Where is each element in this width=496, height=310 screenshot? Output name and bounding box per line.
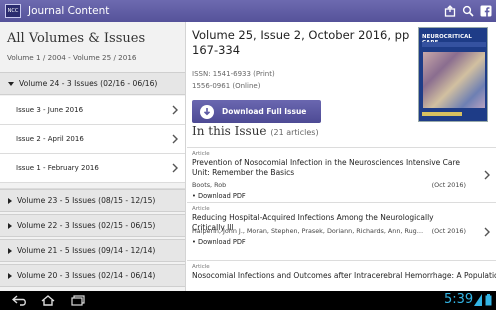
volume-label: Volume 21 - 5 Issues (09/14 - 12/14): [17, 246, 156, 255]
back-icon[interactable]: [12, 295, 28, 306]
article-type: Article: [192, 206, 210, 212]
article-type: Article: [192, 264, 210, 270]
collapse-triangle-icon: [8, 81, 14, 86]
article-item[interactable]: Article Prevention of Nosocomial Infecti…: [187, 147, 496, 202]
download-label: Download Full Issue: [222, 107, 307, 116]
issue-label: Issue 2 - April 2016: [16, 135, 84, 143]
article-date: (Oct 2016): [431, 181, 466, 189]
action-bar: NCC Journal Content: [0, 0, 496, 22]
cover-logo: [422, 112, 462, 116]
volume-label: Volume 24 - 3 Issues (02/16 - 06/16): [19, 79, 158, 88]
recents-icon[interactable]: [70, 295, 86, 306]
expand-triangle-icon: [8, 197, 12, 204]
issue-row[interactable]: Issue 3 - June 2016: [0, 96, 185, 125]
issue-row[interactable]: Issue 2 - April 2016: [0, 125, 185, 154]
in-issue-label: In this Issue: [192, 124, 267, 138]
article-type: Article: [192, 151, 210, 157]
article-authors: Boots, Rob: [192, 181, 227, 189]
issue-detail: Volume 25, Issue 2, October 2016, pp 167…: [187, 22, 496, 291]
app-logo[interactable]: NCC: [5, 4, 21, 18]
wifi-icon: [474, 294, 482, 306]
volume-row-expanded[interactable]: Volume 24 - 3 Issues (02/16 - 06/16): [0, 72, 185, 95]
issn-online: 1556-0961 (Online): [192, 82, 261, 90]
download-icon: [200, 104, 214, 119]
expand-triangle-icon: [8, 222, 12, 229]
volume-label: Volume 23 - 5 Issues (08/15 - 12/15): [17, 196, 156, 205]
chevron-right-icon: [172, 105, 178, 115]
issn-print: ISSN: 1541-6933 (Print): [192, 70, 275, 78]
article-date: (Oct 2016): [431, 227, 466, 235]
article-item[interactable]: Article Nosocomial Infections and Outcom…: [187, 260, 496, 291]
volume-label: Volume 20 - 3 Issues (02/14 - 06/14): [17, 271, 156, 280]
download-pdf-link[interactable]: • Download PDF: [192, 238, 246, 246]
chevron-right-icon: [172, 134, 178, 144]
issue-label: Issue 1 - February 2016: [16, 164, 99, 172]
volume-row[interactable]: Volume 22 - 3 Issues (02/15 - 06/15): [0, 214, 185, 237]
article-title: Nosocomial Infections and Outcomes after…: [192, 271, 496, 280]
home-icon[interactable]: [40, 295, 56, 306]
download-full-issue-button[interactable]: Download Full Issue: [192, 100, 321, 123]
app-title: Journal Content: [28, 5, 110, 17]
article-authors: Halperin, John J., Moran, Stephen, Prase…: [192, 227, 424, 235]
battery-icon: [485, 294, 492, 306]
chevron-right-icon: [484, 227, 490, 236]
volume-range: Volume 1 / 2004 - Volume 25 / 2016: [7, 53, 137, 62]
issue-row[interactable]: Issue 1 - February 2016: [0, 154, 185, 183]
clock: 5:39: [444, 292, 474, 307]
journal-cover[interactable]: NEUROCRITICAL CARE: [418, 27, 488, 122]
issue-label: Issue 3 - June 2016: [16, 106, 84, 114]
article-item[interactable]: Article Reducing Hospital-Acquired Infec…: [187, 202, 496, 260]
volumes-sidebar: All Volumes & Issues Volume 1 / 2004 - V…: [0, 22, 186, 291]
chevron-right-icon: [484, 170, 490, 180]
download-pdf-label: Download PDF: [198, 238, 246, 246]
in-this-issue-heading: In this Issue (21 articles): [192, 124, 319, 138]
issue-heading: Volume 25, Issue 2, October 2016, pp 167…: [192, 28, 410, 57]
share-icon[interactable]: [444, 5, 456, 17]
cover-image: [423, 52, 485, 108]
volume-row[interactable]: Volume 20 - 3 Issues (02/14 - 06/14): [0, 264, 185, 287]
expand-triangle-icon: [8, 247, 12, 254]
system-nav-bar: 5:39: [0, 291, 496, 310]
cover-subtitle-bar: [422, 42, 486, 47]
article-title: Prevention of Nosocomial Infection in th…: [192, 158, 461, 177]
volume-row[interactable]: Volume 21 - 5 Issues (09/14 - 12/14): [0, 239, 185, 262]
facebook-icon[interactable]: [480, 5, 492, 17]
download-pdf-label: Download PDF: [198, 192, 246, 200]
chevron-right-icon: [172, 163, 178, 173]
sidebar-title: All Volumes & Issues: [7, 31, 146, 46]
search-icon[interactable]: [462, 5, 474, 17]
expand-triangle-icon: [8, 272, 12, 279]
volume-row[interactable]: Volume 23 - 5 Issues (08/15 - 12/15): [0, 189, 185, 212]
article-count: (21 articles): [270, 128, 319, 137]
volume-label: Volume 22 - 3 Issues (02/15 - 06/15): [17, 221, 156, 230]
download-pdf-link[interactable]: • Download PDF: [192, 192, 246, 200]
